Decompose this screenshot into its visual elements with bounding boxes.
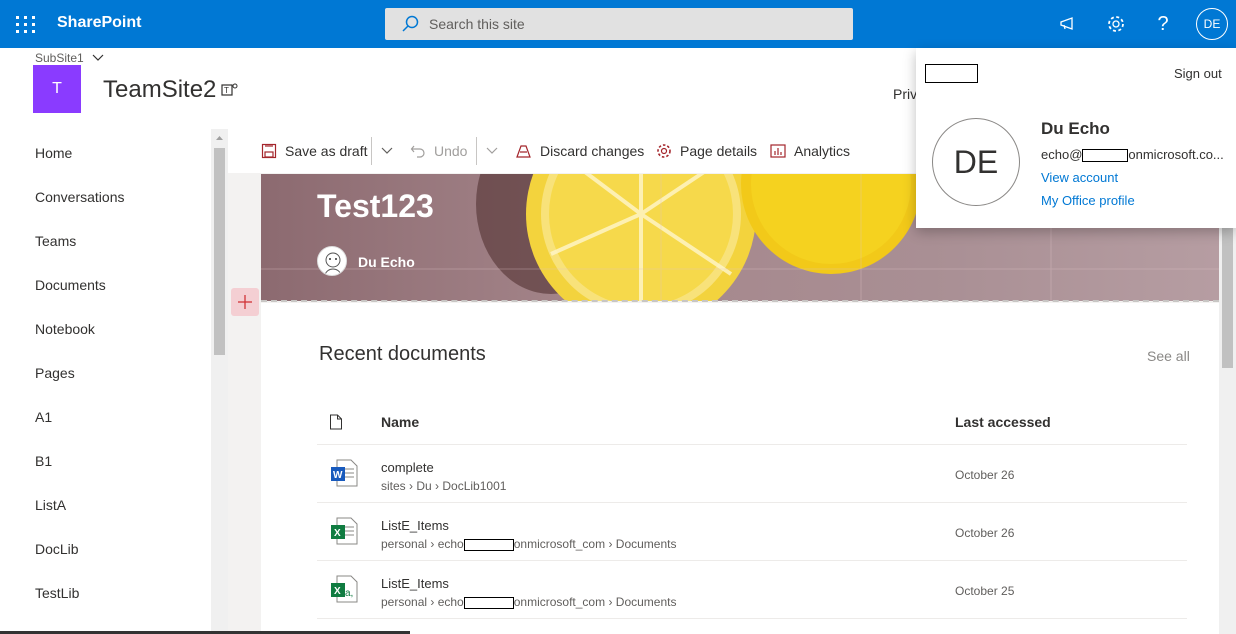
plus-icon	[238, 295, 252, 309]
search-box[interactable]	[385, 8, 853, 40]
nav-item-lista[interactable]: ListA	[35, 497, 66, 513]
teams-icon[interactable]: T	[221, 82, 239, 98]
author-avatar	[317, 246, 347, 276]
account-avatar: DE	[932, 118, 1020, 206]
analytics-label: Analytics	[794, 143, 851, 159]
excel-icon: a, X	[331, 575, 358, 603]
nav-scrollbar-thumb[interactable]	[214, 148, 225, 355]
document-path: personal › echo onmicrosoft_com › Documen…	[381, 595, 677, 609]
undo-button[interactable]: Undo	[410, 141, 467, 161]
word-icon: W	[331, 459, 358, 487]
document-path: sites › Du › DocLib1001	[381, 479, 507, 493]
account-email: echo@ onmicrosoft.co...	[1041, 147, 1224, 163]
save-as-draft-label: Save as draft	[285, 143, 368, 159]
last-accessed-date: October 26	[955, 468, 1015, 482]
excel-icon: X	[331, 517, 358, 545]
left-navigation: Home Conversations Teams Documents Noteb…	[0, 129, 228, 634]
svg-text:W: W	[333, 470, 343, 481]
document-name[interactable]: ListE_Items	[381, 576, 449, 591]
svg-text:a,: a,	[345, 588, 353, 599]
search-input[interactable]	[429, 16, 829, 32]
document-row[interactable]: a, X ListE_Items personal › echo onmicros…	[317, 561, 1187, 619]
svg-text:X: X	[334, 586, 341, 597]
scroll-up-arrow-icon[interactable]	[214, 134, 225, 142]
add-section-button[interactable]	[231, 288, 259, 316]
analytics-icon	[770, 144, 786, 158]
nav-item-a1[interactable]: A1	[35, 409, 52, 425]
help-icon[interactable]: ?	[1149, 10, 1177, 38]
recent-documents-title: Recent documents	[319, 343, 486, 365]
file-type-icon[interactable]	[329, 414, 343, 430]
nav-item-home[interactable]: Home	[35, 145, 72, 161]
document-path: personal › echo onmicrosoft_com › Documen…	[381, 537, 677, 551]
avatar[interactable]: DE	[1196, 8, 1228, 40]
sign-out-link[interactable]: Sign out	[1174, 66, 1222, 81]
chevron-down-icon[interactable]	[91, 52, 105, 64]
save-as-draft-button[interactable]: Save as draft	[261, 141, 368, 161]
nav-item-conversations[interactable]: Conversations	[35, 189, 125, 205]
analytics-button[interactable]: Analytics	[770, 141, 850, 161]
chevron-down-icon[interactable]	[380, 146, 394, 156]
save-icon	[261, 143, 277, 159]
nav-item-documents[interactable]: Documents	[35, 277, 106, 293]
column-header-last-accessed[interactable]: Last accessed	[955, 414, 1051, 430]
last-accessed-date: October 26	[955, 526, 1015, 540]
svg-text:X: X	[334, 528, 341, 539]
page-details-label: Page details	[680, 143, 758, 159]
redacted-text	[463, 538, 514, 551]
site-logo[interactable]: T	[33, 65, 81, 113]
app-name[interactable]: SharePoint	[57, 14, 141, 32]
document-name[interactable]: ListE_Items	[381, 518, 449, 533]
redacted-text	[463, 596, 514, 609]
suite-bar: SharePoint ? DE	[0, 0, 1236, 48]
divider	[476, 137, 477, 165]
site-title[interactable]: TeamSite2	[103, 76, 216, 104]
redacted-text	[1082, 149, 1129, 163]
see-all-link[interactable]: See all	[1147, 348, 1190, 364]
nav-item-doclib[interactable]: DocLib	[35, 541, 79, 557]
megaphone-icon[interactable]	[1054, 10, 1082, 38]
document-name[interactable]: complete	[381, 460, 434, 475]
page-scrollbar-thumb[interactable]	[1222, 228, 1233, 368]
chevron-down-icon[interactable]	[485, 146, 499, 156]
author-name[interactable]: Du Echo	[358, 254, 415, 270]
account-name: Du Echo	[1041, 119, 1110, 138]
divider	[371, 137, 372, 165]
last-accessed-date: October 25	[955, 584, 1015, 598]
search-icon	[402, 15, 419, 32]
document-row[interactable]: W complete sites › Du › DocLib1001 Octob…	[317, 445, 1187, 503]
column-header-name[interactable]: Name	[381, 414, 419, 430]
my-office-profile-link[interactable]: My Office profile	[1041, 193, 1135, 208]
nav-item-notebook[interactable]: Notebook	[35, 321, 95, 337]
banner-edit-boundary	[261, 300, 1219, 302]
nav-item-teams[interactable]: Teams	[35, 233, 76, 249]
discard-changes-button[interactable]: Discard changes	[515, 141, 644, 161]
discard-icon	[516, 145, 531, 158]
view-account-link[interactable]: View account	[1041, 170, 1118, 185]
nav-item-b1[interactable]: B1	[35, 453, 52, 469]
page-title[interactable]: Test123	[317, 188, 434, 225]
document-row[interactable]: X ListE_Items personal › echo onmicrosoft…	[317, 503, 1187, 561]
gear-icon[interactable]	[1102, 10, 1130, 38]
page-details-button[interactable]: Page details	[656, 141, 757, 161]
nav-item-testlib[interactable]: TestLib	[35, 585, 79, 601]
undo-icon	[410, 145, 425, 158]
site-privacy-label: Priv	[893, 86, 918, 102]
divider	[317, 618, 1187, 619]
gear-icon	[657, 144, 671, 158]
discard-changes-label: Discard changes	[540, 143, 645, 159]
nav-item-pages[interactable]: Pages	[35, 365, 75, 381]
app-launcher-icon[interactable]	[10, 10, 38, 38]
undo-label: Undo	[434, 143, 468, 159]
subsite-breadcrumb[interactable]: SubSite1	[35, 51, 84, 65]
organization-logo	[925, 64, 978, 83]
svg-text:T: T	[224, 86, 229, 95]
